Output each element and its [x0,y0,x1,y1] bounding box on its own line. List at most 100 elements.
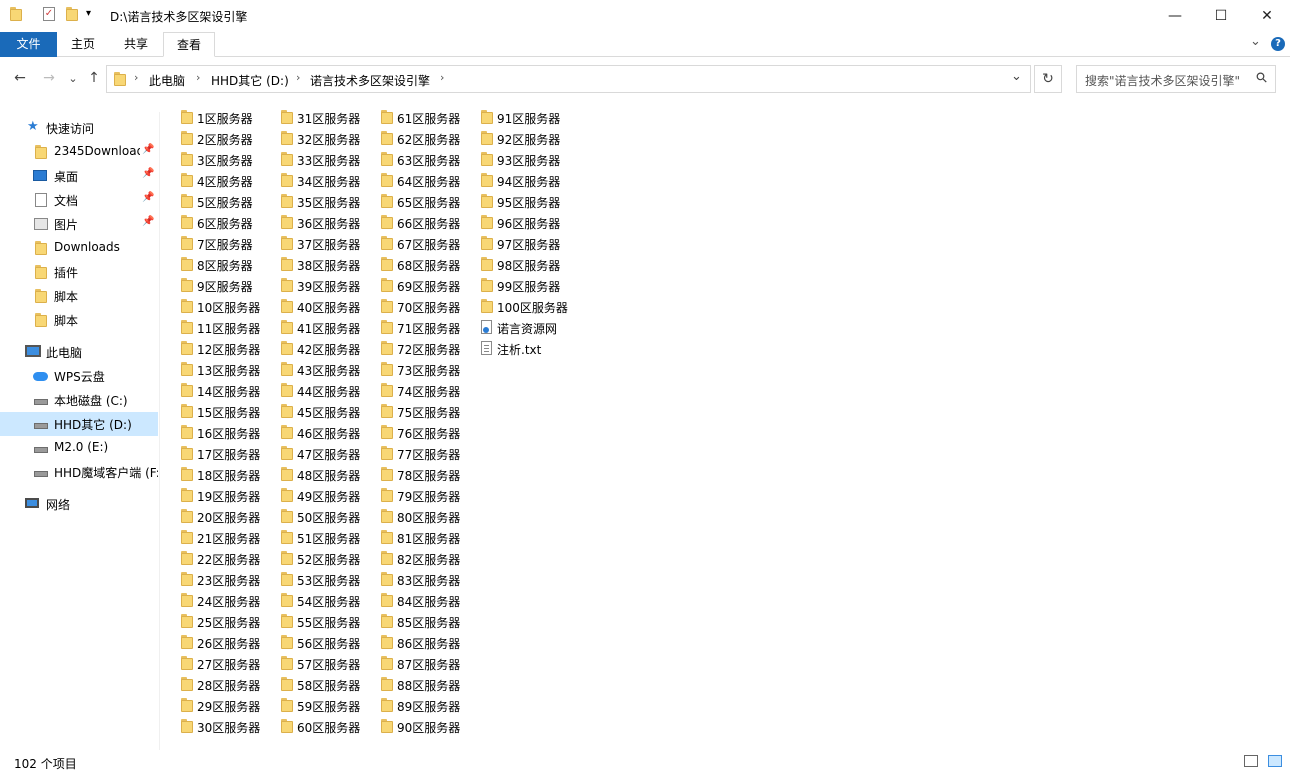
folder-item[interactable]: 29区服务器 [180,695,275,715]
folder-item[interactable]: 100区服务器 [480,296,575,316]
folder-item[interactable]: 56区服务器 [280,632,375,652]
folder-item[interactable]: 2区服务器 [180,128,275,148]
folder-item[interactable]: 73区服务器 [380,359,475,379]
folder-item[interactable]: 68区服务器 [380,254,475,274]
folder-item[interactable]: 59区服务器 [280,695,375,715]
folder-item[interactable]: 52区服务器 [280,548,375,568]
breadcrumb-separator[interactable]: › [440,71,444,84]
folder-item[interactable]: 60区服务器 [280,716,375,736]
folder-item[interactable]: 95区服务器 [480,191,575,211]
tab-file[interactable]: 文件 [0,32,57,57]
nav-pinned-desktop[interactable]: 桌面 📌 [0,164,158,188]
folder-item[interactable]: 6区服务器 [180,212,275,232]
folder-item[interactable]: 66区服务器 [380,212,475,232]
folder-item[interactable]: 1区服务器 [180,107,275,127]
details-view-icon[interactable] [1244,755,1258,767]
folder-item[interactable]: 74区服务器 [380,380,475,400]
folder-item[interactable]: 64区服务器 [380,170,475,190]
folder-item[interactable]: 39区服务器 [280,275,375,295]
folder-item[interactable]: 46区服务器 [280,422,375,442]
folder-item[interactable]: 16区服务器 [180,422,275,442]
maximize-button[interactable]: ☐ [1198,0,1244,32]
folder-item[interactable]: 36区服务器 [280,212,375,232]
address-bar[interactable]: › 此电脑 › HHD其它 (D:) › 诺言技术多区架设引擎 › ⌄ [106,65,1031,93]
folder-item[interactable]: 3区服务器 [180,149,275,169]
folder-item[interactable]: 76区服务器 [380,422,475,442]
folder-item[interactable]: 88区服务器 [380,674,475,694]
folder-item[interactable]: 19区服务器 [180,485,275,505]
nav-this-pc[interactable]: 此电脑 [0,340,158,364]
folder-item[interactable]: 15区服务器 [180,401,275,421]
tab-home[interactable]: 主页 [57,32,109,57]
minimize-button[interactable]: — [1152,0,1198,32]
folder-item[interactable]: 10区服务器 [180,296,275,316]
file-item[interactable]: 诺言资源网 [480,317,575,337]
breadcrumb-separator[interactable]: › [134,71,138,84]
folder-item[interactable]: 33区服务器 [280,149,375,169]
nav-wps-cloud[interactable]: WPS云盘 [0,364,158,388]
customize-quick-access-button[interactable]: ▾ [86,8,91,19]
folder-item[interactable]: 98区服务器 [480,254,575,274]
folder-item[interactable]: 20区服务器 [180,506,275,526]
folder-item[interactable]: 90区服务器 [380,716,475,736]
nav-recent-downloads[interactable]: Downloads [0,236,158,260]
folder-item[interactable]: 48区服务器 [280,464,375,484]
nav-pinned-2345download[interactable]: 2345Download 📌 [0,140,158,164]
folder-item[interactable]: 91区服务器 [480,107,575,127]
folder-item[interactable]: 75区服务器 [380,401,475,421]
folder-item[interactable]: 7区服务器 [180,233,275,253]
help-icon[interactable]: ? [1271,37,1285,51]
folder-item[interactable]: 32区服务器 [280,128,375,148]
folder-item[interactable]: 84区服务器 [380,590,475,610]
folder-item[interactable]: 79区服务器 [380,485,475,505]
folder-item[interactable]: 17区服务器 [180,443,275,463]
nav-pinned-pictures[interactable]: 图片 📌 [0,212,158,236]
breadcrumb-drive-d[interactable]: HHD其它 (D:) [211,72,289,89]
folder-item[interactable]: 25区服务器 [180,611,275,631]
folder-item[interactable]: 31区服务器 [280,107,375,127]
folder-item[interactable]: 12区服务器 [180,338,275,358]
folder-item[interactable]: 30区服务器 [180,716,275,736]
folder-item[interactable]: 47区服务器 [280,443,375,463]
folder-item[interactable]: 45区服务器 [280,401,375,421]
nav-recent-plugins[interactable]: 插件 [0,260,158,284]
folder-item[interactable]: 67区服务器 [380,233,475,253]
search-box[interactable]: 搜索"诺言技术多区架设引擎" ⚲ [1076,65,1276,93]
folder-item[interactable]: 89区服务器 [380,695,475,715]
folder-item[interactable]: 41区服务器 [280,317,375,337]
nav-quick-access[interactable]: ★ 快速访问 [0,116,158,140]
folder-item[interactable]: 87区服务器 [380,653,475,673]
folder-item[interactable]: 14区服务器 [180,380,275,400]
folder-item[interactable]: 38区服务器 [280,254,375,274]
back-button[interactable]: ← [11,69,29,87]
nav-drive-c[interactable]: 本地磁盘 (C:) [0,388,158,412]
folder-item[interactable]: 85区服务器 [380,611,475,631]
folder-item[interactable]: 82区服务器 [380,548,475,568]
folder-item[interactable]: 77区服务器 [380,443,475,463]
breadcrumb-current-folder[interactable]: 诺言技术多区架设引擎 [310,72,430,89]
folder-item[interactable]: 70区服务器 [380,296,475,316]
folder-item[interactable]: 26区服务器 [180,632,275,652]
folder-item[interactable]: 43区服务器 [280,359,375,379]
folder-item[interactable]: 83区服务器 [380,569,475,589]
folder-item[interactable]: 93区服务器 [480,149,575,169]
folder-item[interactable]: 24区服务器 [180,590,275,610]
folder-item[interactable]: 18区服务器 [180,464,275,484]
breadcrumb-this-pc[interactable]: 此电脑 [149,72,185,89]
nav-network[interactable]: 网络 [0,492,158,516]
folder-item[interactable]: 57区服务器 [280,653,375,673]
folder-item[interactable]: 4区服务器 [180,170,275,190]
folder-item[interactable]: 71区服务器 [380,317,475,337]
nav-drive-e[interactable]: M2.0 (E:) [0,436,158,460]
pin-icon[interactable]: 📌 [142,168,154,179]
folder-item[interactable]: 40区服务器 [280,296,375,316]
folder-item[interactable]: 69区服务器 [380,275,475,295]
folder-item[interactable]: 5区服务器 [180,191,275,211]
close-button[interactable]: ✕ [1244,0,1290,32]
folder-item[interactable]: 54区服务器 [280,590,375,610]
nav-recent-scripts[interactable]: 脚本 [0,284,158,308]
folder-item[interactable]: 9区服务器 [180,275,275,295]
refresh-button[interactable]: ↻ [1034,65,1062,93]
folder-item[interactable]: 35区服务器 [280,191,375,211]
folder-item[interactable]: 8区服务器 [180,254,275,274]
